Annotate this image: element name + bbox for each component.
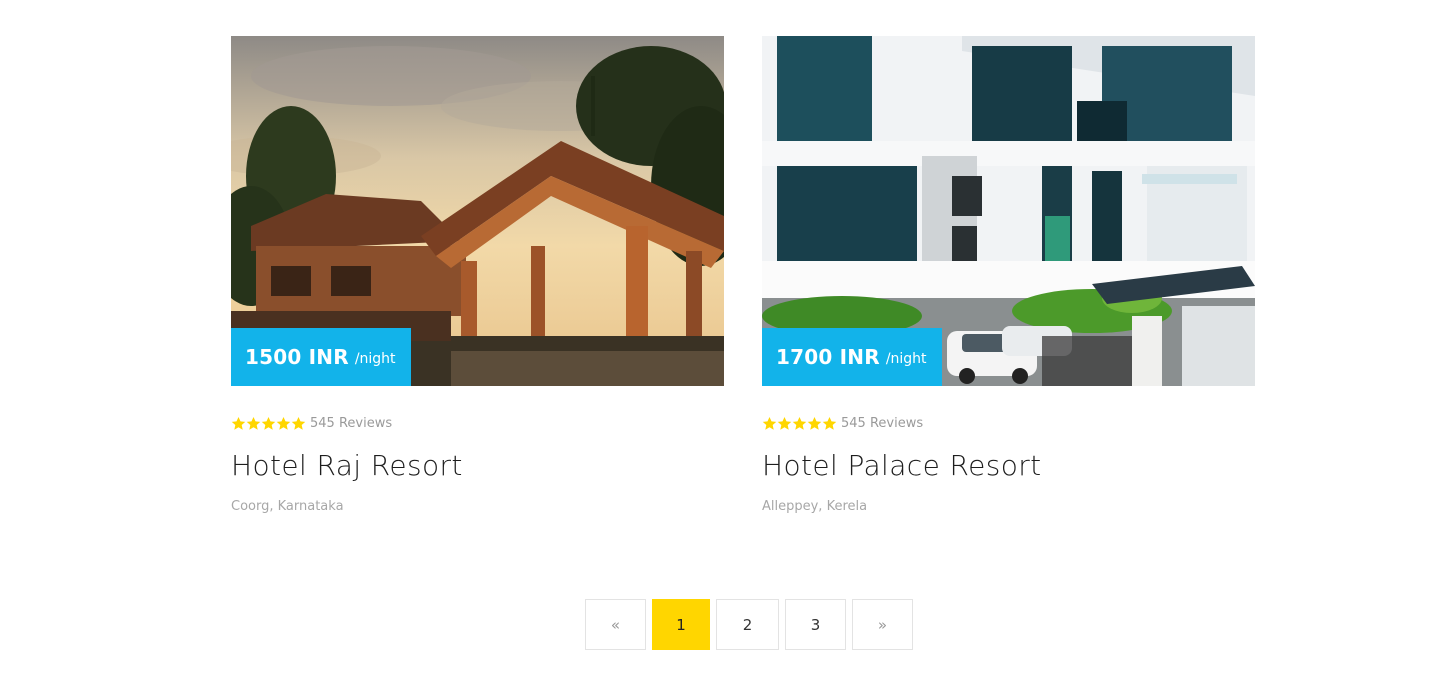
page-button-1[interactable]: 1 bbox=[652, 599, 710, 650]
hotel-card[interactable]: 1700 INR /night 545 Reviews Hotel Palace… bbox=[762, 36, 1255, 514]
prev-page-button[interactable]: « bbox=[585, 599, 646, 650]
price-amount: 1500 INR bbox=[245, 345, 349, 369]
star-rating bbox=[762, 416, 837, 431]
rating-row: 545 Reviews bbox=[231, 415, 724, 431]
review-count: 545 Reviews bbox=[841, 415, 924, 431]
price-badge: 1500 INR /night bbox=[231, 328, 411, 386]
star-rating bbox=[231, 416, 306, 431]
price-amount: 1700 INR bbox=[776, 345, 880, 369]
star-icon bbox=[822, 416, 837, 430]
hotel-image[interactable]: 1700 INR /night bbox=[762, 36, 1255, 386]
hotel-name[interactable]: Hotel Raj Resort bbox=[231, 449, 724, 483]
star-icon bbox=[246, 416, 261, 430]
hotel-image[interactable]: 1500 INR /night bbox=[231, 36, 724, 386]
hotel-card-list: 1500 INR /night 545 Reviews Hotel Raj Re… bbox=[231, 36, 1255, 514]
star-icon bbox=[291, 416, 306, 430]
price-unit: /night bbox=[885, 351, 927, 367]
hotel-location: Coorg, Karnataka bbox=[231, 498, 344, 514]
star-icon bbox=[231, 416, 246, 430]
pagination: « 1 2 3 » bbox=[585, 599, 913, 650]
review-count: 545 Reviews bbox=[310, 415, 393, 431]
price-unit: /night bbox=[354, 351, 396, 367]
star-icon bbox=[792, 416, 807, 430]
hotel-card[interactable]: 1500 INR /night 545 Reviews Hotel Raj Re… bbox=[231, 36, 724, 514]
hotel-location: Alleppey, Kerela bbox=[762, 498, 868, 514]
star-icon bbox=[261, 416, 276, 430]
star-icon bbox=[807, 416, 822, 430]
star-icon bbox=[276, 416, 291, 430]
star-icon bbox=[777, 416, 792, 430]
rating-row: 545 Reviews bbox=[762, 415, 1255, 431]
price-badge: 1700 INR /night bbox=[762, 328, 942, 386]
next-page-button[interactable]: » bbox=[852, 599, 913, 650]
hotel-name[interactable]: Hotel Palace Resort bbox=[762, 449, 1255, 483]
star-icon bbox=[762, 416, 777, 430]
page-button-2[interactable]: 2 bbox=[716, 599, 779, 650]
page-button-3[interactable]: 3 bbox=[785, 599, 846, 650]
